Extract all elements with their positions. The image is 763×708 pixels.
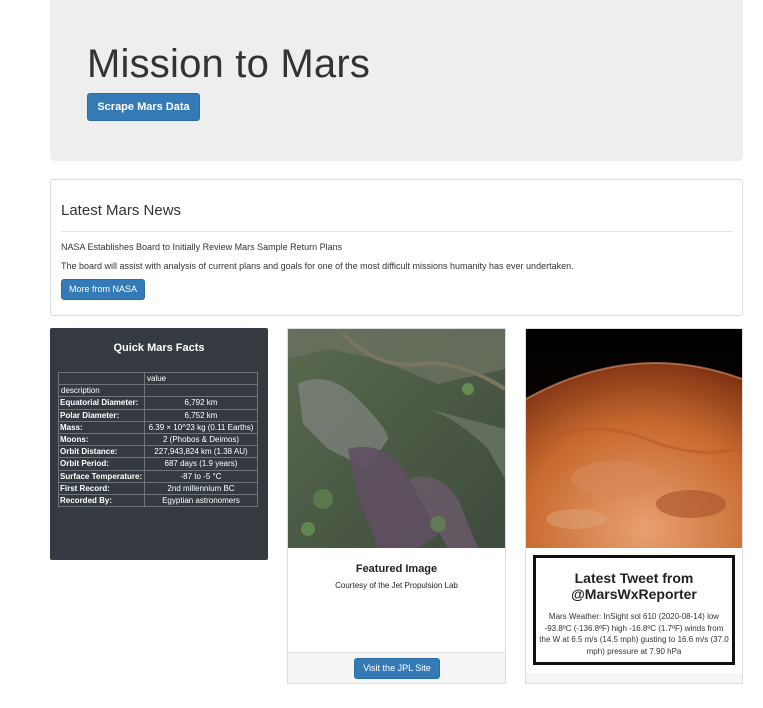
mars-facts-panel: Quick Mars Facts value description Equat… (50, 328, 268, 560)
fact-value: 6,752 km (144, 408, 258, 422)
fact-label: Polar Diameter: (58, 408, 145, 422)
tweet-box: Latest Tweet from @MarsWxReporter Mars W… (533, 555, 735, 665)
table-row: Orbit Period: 687 days (1.9 years) (58, 457, 258, 471)
fact-value: -87 to -5 °C (144, 469, 258, 483)
featured-image-footer: Visit the JPL Site (288, 652, 505, 683)
table-row: Polar Diameter: 6,752 km (58, 408, 258, 422)
facts-corner-cell (58, 371, 145, 386)
scrape-mars-data-button[interactable]: Scrape Mars Data (87, 93, 200, 121)
fact-label: Equatorial Diameter: (58, 396, 145, 410)
fact-value: 2 (Phobos & Deimos) (144, 432, 258, 447)
featured-image-title: Featured Image (355, 563, 438, 575)
jumbotron-header: Mission to Mars Scrape Mars Data (50, 0, 743, 161)
tweet-text: Mars Weather: InSight sol 610 (2020-08-1… (539, 612, 729, 656)
fact-label: Surface Temperature: (58, 469, 145, 483)
tweet-heading: Latest Tweet from @MarsWxReporter (571, 570, 697, 602)
facts-table: value description Equatorial Diameter: 6… (58, 371, 258, 508)
table-row: Equatorial Diameter: 6,792 km (58, 396, 258, 410)
table-row: First Record: 2nd millennium BC (58, 481, 258, 495)
mars-weather-card: Latest Tweet from @MarsWxReporter Mars W… (525, 328, 743, 684)
fact-label: Mass: (58, 420, 145, 434)
fact-label: Recorded By: (58, 493, 145, 508)
news-title: NASA Establishes Board to Initially Revi… (61, 242, 343, 252)
facts-value-header: value (144, 371, 258, 386)
featured-mars-satellite-image[interactable] (288, 329, 505, 548)
visit-jpl-site-button[interactable]: Visit the JPL Site (354, 658, 440, 679)
table-row: Moons: 2 (Phobos & Deimos) (58, 432, 258, 447)
latest-news-panel: Latest Mars News NASA Establishes Board … (50, 179, 743, 316)
table-row: Orbit Distance: 227,943,824 km (1.38 AU) (58, 445, 258, 459)
more-from-nasa-button[interactable]: More from NASA (61, 279, 145, 300)
fact-value: 687 days (1.9 years) (144, 457, 258, 471)
news-teaser: The board will assist with analysis of c… (61, 261, 574, 271)
table-row: Recorded By: Egyptian astronomers (58, 493, 258, 508)
fact-value: 227,943,824 km (1.38 AU) (144, 445, 258, 459)
mars-planet-image (526, 329, 742, 548)
facts-index-row: description (58, 384, 258, 398)
fact-label: Moons: (58, 432, 145, 447)
featured-image-card: Featured Image Courtesy of the Jet Propu… (287, 328, 506, 684)
table-row: Mass: 6.39 × 10^23 kg (0.11 Earths) (58, 420, 258, 434)
fact-value: 2nd millennium BC (144, 481, 258, 495)
fact-label: Orbit Period: (58, 457, 145, 471)
facts-header-row: value (58, 371, 258, 386)
weather-card-footer (526, 673, 742, 683)
facts-index-header: description (58, 384, 145, 398)
news-divider (61, 231, 732, 232)
page-title: Mission to Mars (87, 42, 371, 86)
fact-value: 6.39 × 10^23 kg (0.11 Earths) (144, 420, 258, 434)
featured-image-caption: Courtesy of the Jet Propulsion Lab (335, 581, 458, 590)
fact-label: Orbit Distance: (58, 445, 145, 459)
fact-value: 6,792 km (144, 396, 258, 410)
news-heading: Latest Mars News (61, 202, 182, 219)
table-row: Surface Temperature: -87 to -5 °C (58, 469, 258, 483)
facts-title: Quick Mars Facts (113, 342, 205, 354)
facts-index-empty (144, 384, 258, 398)
fact-label: First Record: (58, 481, 145, 495)
fact-value: Egyptian astronomers (144, 493, 258, 508)
